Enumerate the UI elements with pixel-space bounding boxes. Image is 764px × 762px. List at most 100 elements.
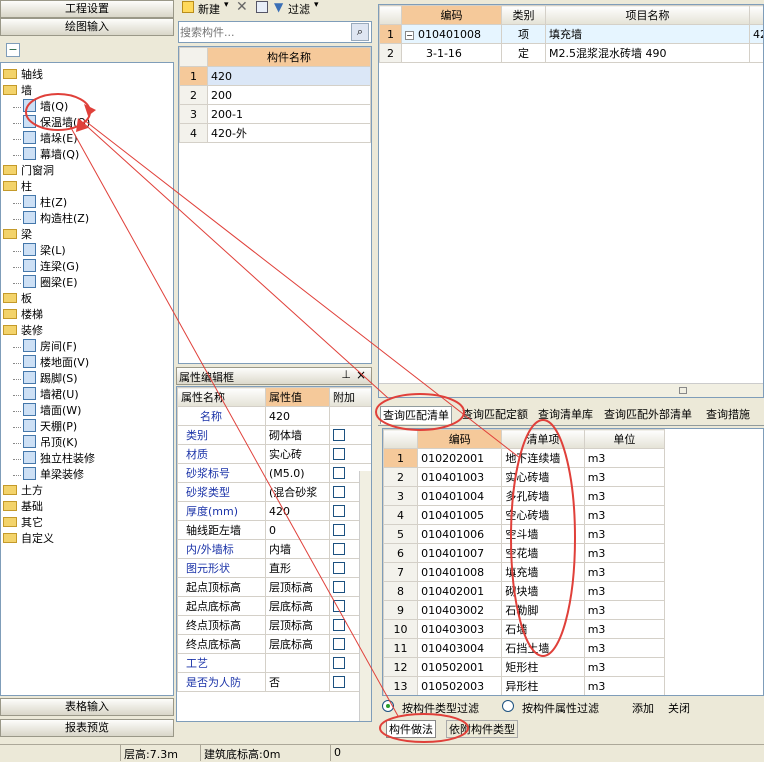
property-row[interactable]: 终点底标高层底标高 bbox=[178, 635, 372, 654]
tree-leaf[interactable]: 天棚(P) bbox=[23, 419, 77, 435]
query-row[interactable]: 7010401008填充墙m3 bbox=[384, 563, 665, 582]
method-type[interactable]: 定 bbox=[502, 44, 546, 63]
query-tab[interactable]: 查询清单库 bbox=[536, 406, 595, 424]
query-tab[interactable]: 查询匹配清单 bbox=[380, 406, 452, 424]
attach-checkbox[interactable] bbox=[333, 505, 345, 517]
component-row[interactable]: 4420-外 bbox=[180, 124, 371, 143]
tree-folder[interactable]: 梁 bbox=[3, 227, 32, 243]
horizontal-scrollbar[interactable] bbox=[379, 383, 763, 397]
filter-attr-label[interactable]: 按构件属性过滤 bbox=[522, 700, 599, 716]
property-value[interactable]: 层底标高 bbox=[266, 635, 330, 654]
query-code[interactable]: 010403004 bbox=[418, 639, 502, 658]
method-row[interactable]: 23-1-16定M2.5混浆混水砖墙 490 bbox=[380, 44, 764, 63]
property-row[interactable]: 起点顶标高层顶标高 bbox=[178, 578, 372, 597]
query-row[interactable]: 1010202001地下连续墙m3 bbox=[384, 449, 665, 468]
attach-checkbox[interactable] bbox=[333, 429, 345, 441]
query-unit[interactable]: m3 bbox=[584, 449, 664, 468]
filter-button[interactable]: 过滤 bbox=[288, 1, 310, 17]
property-row[interactable]: 名称420 bbox=[178, 407, 372, 426]
close-button[interactable]: 关闭 bbox=[668, 700, 690, 716]
method-type[interactable]: 项 bbox=[502, 25, 546, 44]
property-row[interactable]: 轴线距左墙0 bbox=[178, 521, 372, 540]
query-unit[interactable]: m3 bbox=[584, 563, 664, 582]
query-item[interactable]: 石挡土墙 bbox=[502, 639, 584, 658]
tree-leaf[interactable]: 墙裙(U) bbox=[23, 387, 79, 403]
query-row[interactable]: 8010402001砌块墙m3 bbox=[384, 582, 665, 601]
search-icon[interactable]: ⌕ bbox=[351, 23, 369, 41]
property-row[interactable]: 厚度(mm)420 bbox=[178, 502, 372, 521]
property-value[interactable]: 层顶标高 bbox=[266, 578, 330, 597]
property-row[interactable]: 砂浆标号(M5.0) bbox=[178, 464, 372, 483]
method-row[interactable]: 1−010401008项填充墙42 bbox=[380, 25, 764, 44]
attach-checkbox[interactable] bbox=[333, 657, 345, 669]
query-code[interactable]: 010403003 bbox=[418, 620, 502, 639]
query-row[interactable]: 11010403004石挡土墙m3 bbox=[384, 639, 665, 658]
search-input[interactable] bbox=[180, 23, 346, 41]
query-unit[interactable]: m3 bbox=[584, 677, 664, 696]
property-value[interactable]: 0 bbox=[266, 521, 330, 540]
tree-folder[interactable]: 轴线 bbox=[3, 67, 43, 83]
collapse-icon[interactable]: − bbox=[6, 43, 20, 57]
tree-leaf[interactable]: 圈梁(E) bbox=[23, 275, 78, 291]
query-item[interactable]: 石墙 bbox=[502, 620, 584, 639]
property-row[interactable]: 砂浆类型(混合砂浆 bbox=[178, 483, 372, 502]
property-value[interactable]: 内墙 bbox=[266, 540, 330, 559]
query-row[interactable]: 5010401006空斗墙m3 bbox=[384, 525, 665, 544]
scroll-thumb[interactable] bbox=[679, 387, 687, 394]
delete-icon[interactable]: ✕ bbox=[236, 0, 248, 15]
attach-checkbox[interactable] bbox=[333, 448, 345, 460]
component-name[interactable]: 200-1 bbox=[208, 105, 371, 124]
filter-dropdown-icon[interactable]: ▾ bbox=[314, 0, 319, 10]
query-item[interactable]: 砌块墙 bbox=[502, 582, 584, 601]
query-code[interactable]: 010402001 bbox=[418, 582, 502, 601]
property-row[interactable]: 图元形状直形 bbox=[178, 559, 372, 578]
query-unit[interactable]: m3 bbox=[584, 639, 664, 658]
property-value[interactable]: 实心砖 bbox=[266, 445, 330, 464]
query-code[interactable]: 010401007 bbox=[418, 544, 502, 563]
query-unit[interactable]: m3 bbox=[584, 620, 664, 639]
property-value[interactable]: 420 bbox=[266, 407, 330, 426]
property-row[interactable]: 类别砌体墙 bbox=[178, 426, 372, 445]
dropdown-arrow-icon[interactable]: ▾ bbox=[224, 0, 229, 10]
method-name[interactable]: M2.5混浆混水砖墙 490 bbox=[546, 44, 750, 63]
attach-checkbox[interactable] bbox=[333, 619, 345, 631]
query-unit[interactable]: m3 bbox=[584, 506, 664, 525]
query-item[interactable]: 空花墙 bbox=[502, 544, 584, 563]
property-row[interactable]: 终点顶标高层顶标高 bbox=[178, 616, 372, 635]
tree-leaf[interactable]: 保温墙(Q) bbox=[23, 115, 90, 131]
property-row[interactable]: 起点底标高层底标高 bbox=[178, 597, 372, 616]
tree-folder[interactable]: 自定义 bbox=[3, 531, 54, 547]
component-name[interactable]: 200 bbox=[208, 86, 371, 105]
copy-icon[interactable] bbox=[256, 1, 268, 13]
tab-attached-types[interactable]: 依附构件类型 bbox=[446, 720, 518, 738]
query-item[interactable]: 地下连续墙 bbox=[502, 449, 584, 468]
query-code[interactable]: 010401004 bbox=[418, 487, 502, 506]
component-name[interactable]: 420 bbox=[208, 67, 371, 86]
property-row[interactable]: 材质实心砖 bbox=[178, 445, 372, 464]
tree-leaf[interactable]: 吊顶(K) bbox=[23, 435, 78, 451]
tree-leaf[interactable]: 幕墙(Q) bbox=[23, 147, 79, 163]
component-name[interactable]: 420-外 bbox=[208, 124, 371, 143]
query-unit[interactable]: m3 bbox=[584, 468, 664, 487]
component-row[interactable]: 2200 bbox=[180, 86, 371, 105]
query-row[interactable]: 2010401003实心砖墙m3 bbox=[384, 468, 665, 487]
tree-leaf[interactable]: 房间(F) bbox=[23, 339, 77, 355]
query-code[interactable]: 010202001 bbox=[418, 449, 502, 468]
tree-leaf[interactable]: 连梁(G) bbox=[23, 259, 79, 275]
attach-checkbox[interactable] bbox=[333, 581, 345, 593]
tree-folder[interactable]: 土方 bbox=[3, 483, 43, 499]
tree-leaf[interactable]: 单梁装修 bbox=[23, 467, 84, 483]
property-value[interactable]: 砌体墙 bbox=[266, 426, 330, 445]
attach-checkbox[interactable] bbox=[333, 543, 345, 555]
query-code[interactable]: 010401006 bbox=[418, 525, 502, 544]
query-code[interactable]: 010401005 bbox=[418, 506, 502, 525]
query-item[interactable]: 填充墙 bbox=[502, 563, 584, 582]
tree-folder[interactable]: 装修 bbox=[3, 323, 43, 339]
query-tab[interactable]: 查询措施 bbox=[704, 406, 752, 424]
tree-folder[interactable]: 基础 bbox=[3, 499, 43, 515]
query-row[interactable]: 12010502001矩形柱m3 bbox=[384, 658, 665, 677]
query-item[interactable]: 空斗墙 bbox=[502, 525, 584, 544]
property-value[interactable]: 直形 bbox=[266, 559, 330, 578]
query-row[interactable]: 4010401005空心砖墙m3 bbox=[384, 506, 665, 525]
query-code[interactable]: 010502001 bbox=[418, 658, 502, 677]
